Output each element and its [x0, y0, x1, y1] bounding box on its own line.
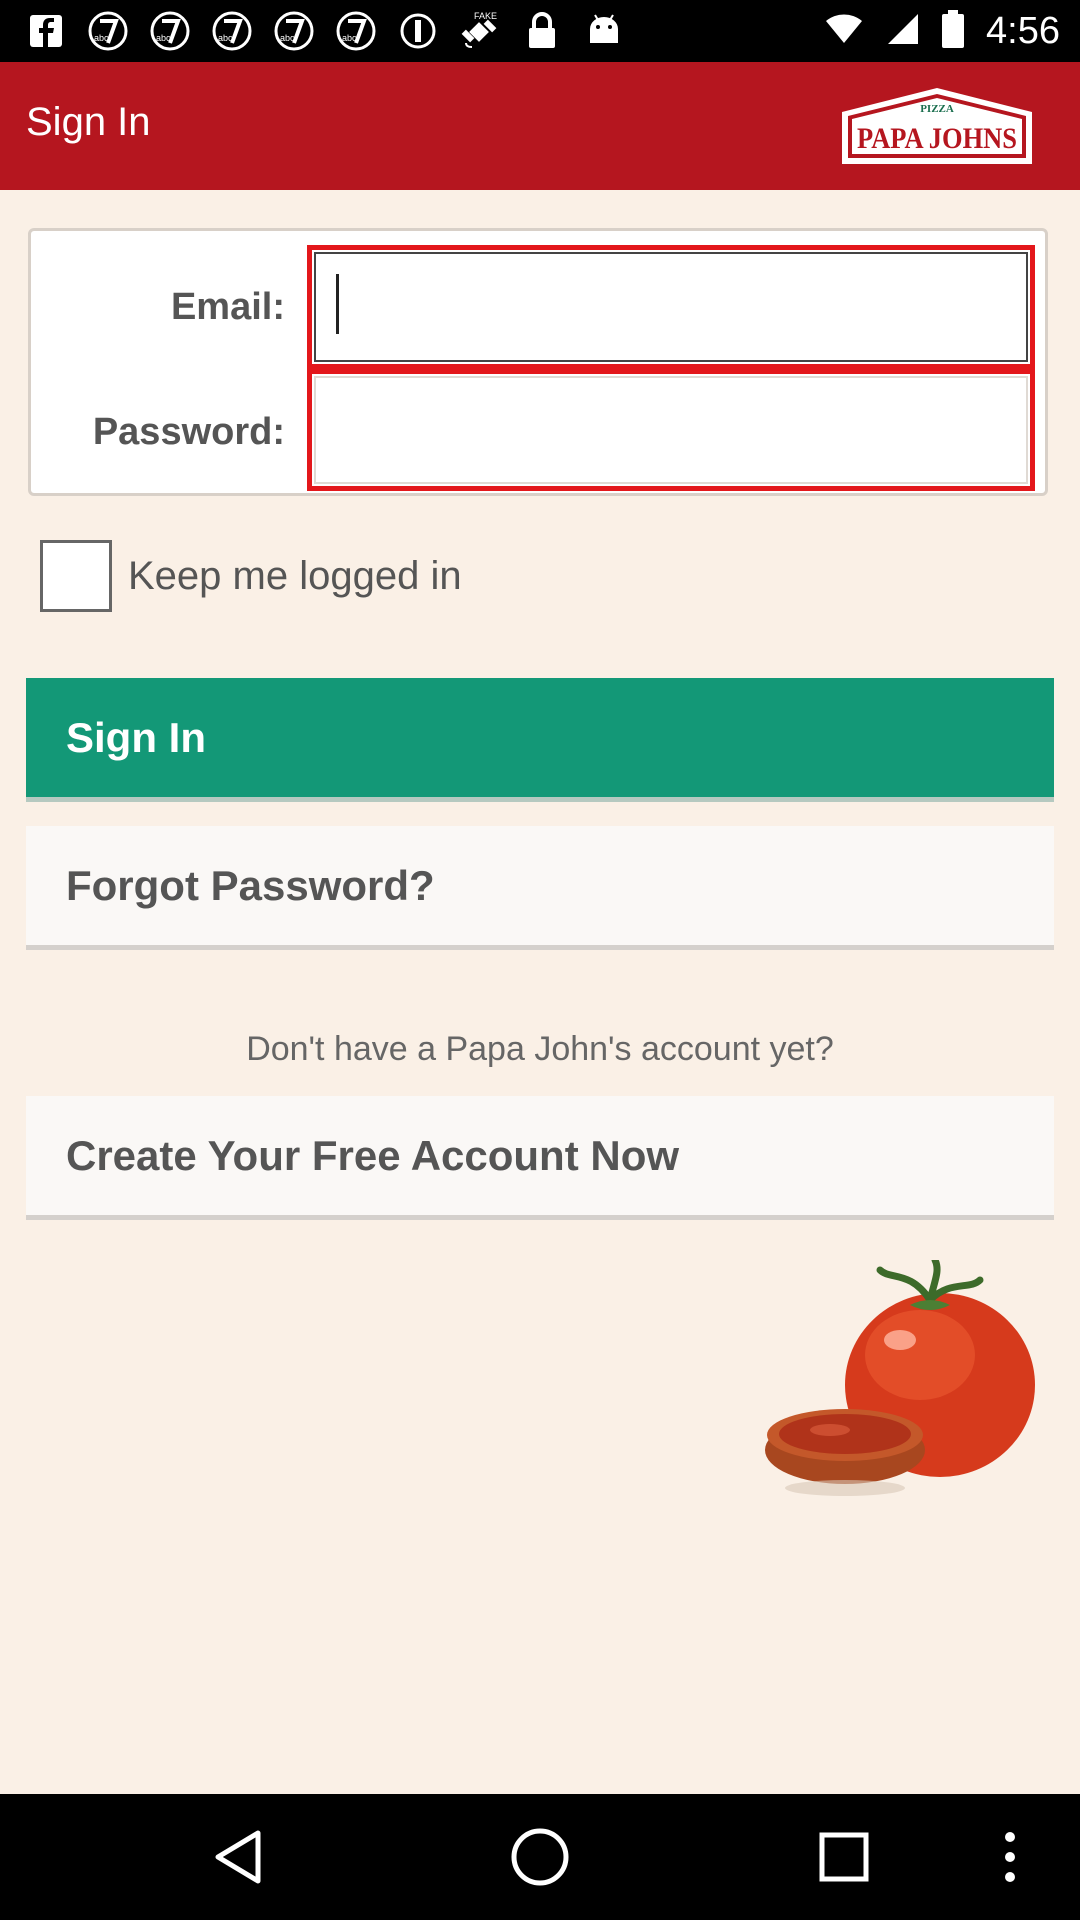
- abc7-icon: abc: [210, 11, 254, 51]
- no-account-text: Don't have a Papa John's account yet?: [246, 1030, 834, 1068]
- page-title: Sign In: [26, 100, 151, 144]
- create-account-button[interactable]: Create Your Free Account Now: [26, 1096, 1054, 1220]
- papa-johns-logo: PIZZA PAPA JOHNS: [842, 88, 1032, 164]
- keep-logged-in-checkbox[interactable]: [40, 540, 112, 612]
- battery-icon: [942, 9, 965, 53]
- notification-icons: abc abc abc abc abc FAKE: [24, 10, 626, 52]
- abc7-icon: abc: [86, 11, 130, 51]
- abc7-icon: abc: [334, 11, 378, 51]
- svg-text:abc: abc: [342, 33, 357, 43]
- sign-in-button[interactable]: Sign In: [26, 678, 1054, 802]
- svg-text:PAPA JOHNS: PAPA JOHNS: [857, 122, 1017, 155]
- password-field[interactable]: [316, 378, 1026, 482]
- back-icon[interactable]: [198, 1822, 278, 1892]
- keep-logged-in-label[interactable]: Keep me logged in: [128, 554, 462, 599]
- app-bar: Sign In PIZZA PAPA JOHNS: [0, 62, 1080, 190]
- password-label: Password:: [92, 411, 285, 453]
- forgot-password-button[interactable]: Forgot Password?: [26, 826, 1054, 950]
- svg-text:abc: abc: [156, 33, 171, 43]
- navigation-bar: [0, 1794, 1080, 1920]
- svg-text:FAKE: FAKE: [474, 11, 497, 21]
- abc7-icon: abc: [148, 11, 192, 51]
- email-field[interactable]: [316, 254, 1026, 360]
- home-icon[interactable]: [500, 1822, 580, 1892]
- recents-icon[interactable]: [804, 1822, 884, 1892]
- email-label: Email:: [170, 286, 285, 328]
- block-icon: [396, 11, 440, 51]
- signal-icon: [886, 12, 920, 51]
- password-field-frame: [307, 369, 1035, 491]
- text-cursor: [336, 274, 339, 334]
- email-field-frame: [307, 245, 1035, 369]
- svg-text:abc: abc: [280, 33, 295, 43]
- email-field-box: [314, 252, 1028, 362]
- android-icon: [582, 11, 626, 51]
- facebook-icon: [24, 11, 68, 51]
- lock-icon: [520, 11, 564, 51]
- tomato-sauce-image: [765, 1260, 1035, 1496]
- svg-text:abc: abc: [218, 33, 233, 43]
- svg-text:PIZZA: PIZZA: [920, 103, 954, 115]
- status-bar: abc abc abc abc abc FAKE 4:56: [0, 0, 1080, 62]
- fake-gps-icon: FAKE: [458, 11, 502, 51]
- wifi-icon: [824, 13, 864, 50]
- login-form: Email: Password:: [28, 228, 1048, 496]
- status-time: 4:56: [986, 9, 1060, 52]
- status-right: 4:56: [824, 0, 1060, 62]
- abc7-icon: abc: [272, 11, 316, 51]
- svg-text:abc: abc: [94, 33, 109, 43]
- overflow-menu-icon[interactable]: [990, 1822, 1030, 1892]
- password-field-box: [314, 376, 1028, 484]
